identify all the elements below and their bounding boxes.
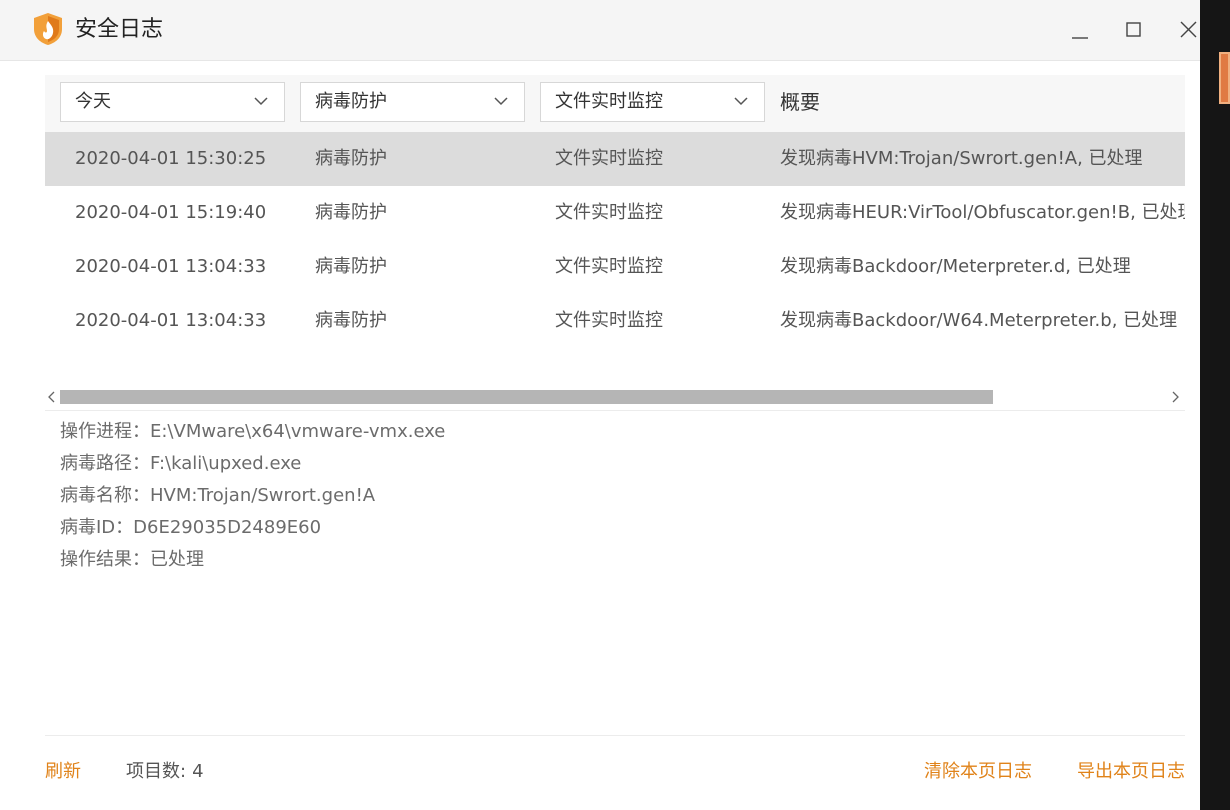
row-time: 2020-04-01 13:04:33 xyxy=(75,256,267,277)
horizontal-scrollbar[interactable] xyxy=(45,385,1185,409)
row-category: 病毒防护 xyxy=(315,202,387,223)
row-source: 文件实时监控 xyxy=(555,148,663,169)
export-page-log-link[interactable]: 导出本页日志 xyxy=(1077,758,1185,786)
row-source: 文件实时监控 xyxy=(555,256,663,277)
detail-virus-path: 病毒路径：F:\kali\upxed.exe xyxy=(60,453,302,474)
source-filter-dropdown[interactable]: 文件实时监控 xyxy=(540,82,765,122)
row-summary: 发现病毒Backdoor/Meterpreter.d, 已处理 xyxy=(780,256,1131,277)
security-log-window: 安全日志 今天 病毒防护 文件实时监控 概要 2020-04-01 15:30:… xyxy=(0,0,1200,810)
chevron-down-icon xyxy=(494,97,508,106)
date-filter-dropdown[interactable]: 今天 xyxy=(60,82,285,122)
row-category: 病毒防护 xyxy=(315,256,387,277)
item-count-label: 项目数: xyxy=(126,761,187,782)
row-summary: 发现病毒HEUR:VirTool/Obfuscator.gen!B, 已处理 xyxy=(780,202,1185,223)
maximize-icon[interactable] xyxy=(1116,12,1150,46)
detail-result: 操作结果：已处理 xyxy=(60,549,204,570)
detail-virus-name: 病毒名称：HVM:Trojan/Swrort.gen!A xyxy=(60,485,376,506)
row-time: 2020-04-01 13:04:33 xyxy=(75,310,267,331)
category-filter-value: 病毒防护 xyxy=(315,91,387,112)
table-row[interactable]: 2020-04-01 13:04:33 病毒防护 文件实时监控 发现病毒Back… xyxy=(45,240,1185,294)
row-summary: 发现病毒HVM:Trojan/Swrort.gen!A, 已处理 xyxy=(780,148,1143,169)
table-row[interactable]: 2020-04-01 13:04:33 病毒防护 文件实时监控 发现病毒Back… xyxy=(45,294,1185,348)
row-summary: 发现病毒Backdoor/W64.Meterpreter.b, 已处理 xyxy=(780,310,1178,331)
chevron-down-icon xyxy=(734,97,748,106)
item-count-value: 4 xyxy=(192,761,204,782)
row-source: 文件实时监控 xyxy=(555,310,663,331)
chevron-right-icon[interactable] xyxy=(1171,391,1179,403)
clear-page-log-link[interactable]: 清除本页日志 xyxy=(924,758,1032,786)
divider xyxy=(45,735,1185,736)
source-filter-value: 文件实时监控 xyxy=(555,91,663,112)
summary-column-header: 概要 xyxy=(780,90,820,114)
row-category: 病毒防护 xyxy=(315,148,387,169)
row-source: 文件实时监控 xyxy=(555,202,663,223)
detail-process: 操作进程：E:\VMware\x64\vmware-vmx.exe xyxy=(60,421,446,442)
detail-panel: 操作进程：E:\VMware\x64\vmware-vmx.exe 病毒路径：F… xyxy=(60,416,445,576)
detail-virus-id: 病毒ID：D6E29035D2489E60 xyxy=(60,517,322,538)
background-thumbnail xyxy=(1219,52,1230,104)
refresh-link[interactable]: 刷新 xyxy=(45,758,81,786)
divider xyxy=(45,410,1185,411)
row-category: 病毒防护 xyxy=(315,310,387,331)
row-time: 2020-04-01 15:19:40 xyxy=(75,202,267,223)
minimize-icon[interactable] xyxy=(1063,12,1097,46)
filter-header-row: 今天 病毒防护 文件实时监控 概要 xyxy=(45,75,1185,132)
table-row[interactable]: 2020-04-01 15:30:25 病毒防护 文件实时监控 发现病毒HVM:… xyxy=(45,132,1185,186)
row-time: 2020-04-01 15:30:25 xyxy=(75,148,267,169)
category-filter-dropdown[interactable]: 病毒防护 xyxy=(300,82,525,122)
window-title: 安全日志 xyxy=(75,17,164,42)
log-table: 2020-04-01 15:30:25 病毒防护 文件实时监控 发现病毒HVM:… xyxy=(45,132,1185,348)
table-row[interactable]: 2020-04-01 15:19:40 病毒防护 文件实时监控 发现病毒HEUR… xyxy=(45,186,1185,240)
chevron-left-icon[interactable] xyxy=(48,391,56,403)
date-filter-value: 今天 xyxy=(75,91,111,112)
close-icon[interactable] xyxy=(1171,12,1200,46)
background-desktop xyxy=(1200,0,1230,810)
scrollbar-thumb[interactable] xyxy=(60,390,993,404)
item-count: 项目数: 4 xyxy=(126,758,204,786)
chevron-down-icon xyxy=(254,97,268,106)
flame-shield-icon xyxy=(32,12,64,46)
title-bar[interactable]: 安全日志 xyxy=(0,0,1200,61)
